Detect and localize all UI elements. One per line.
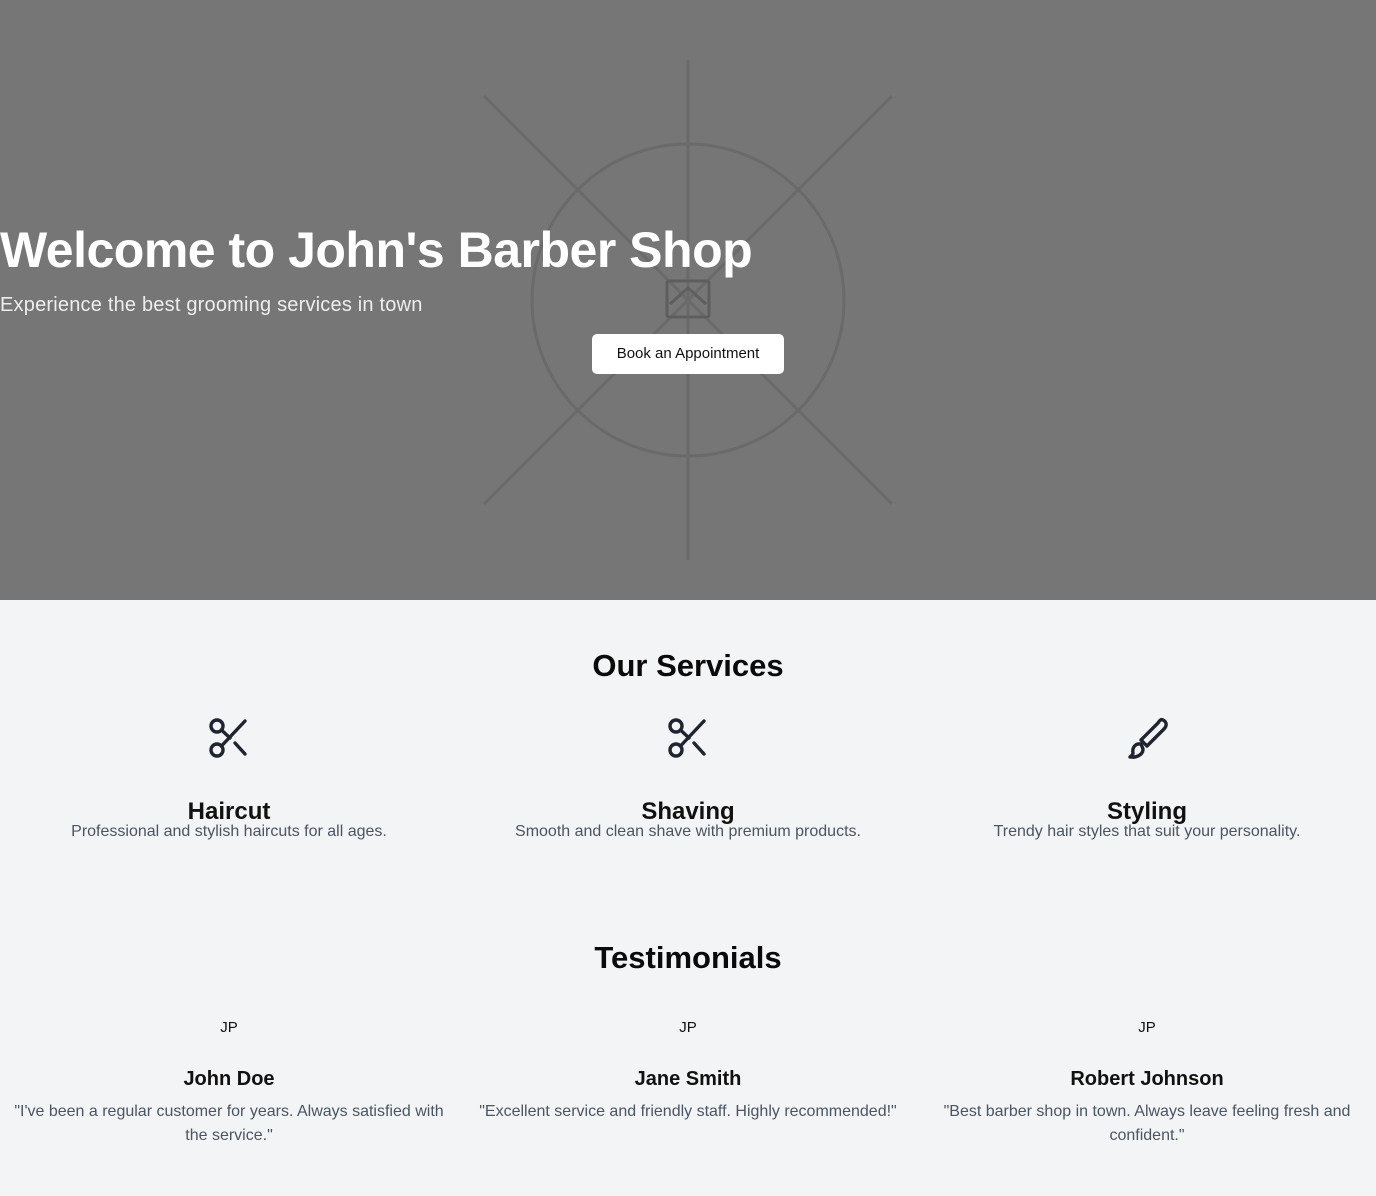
testimonial-quote: "Best barber shop in town. Always leave …	[943, 1103, 1351, 1144]
service-description: Smooth and clean shave with premium prod…	[515, 823, 861, 840]
testimonial-author: John Doe	[183, 1068, 275, 1090]
testimonial-quote: "Excellent service and friendly staff. H…	[479, 1103, 897, 1120]
hero-section: Welcome to John's Barber Shop Experience…	[0, 0, 1376, 600]
testimonial-author: Robert Johnson	[1070, 1068, 1224, 1090]
scissors-icon	[209, 718, 247, 758]
service-description: Professional and stylish haircuts for al…	[71, 823, 387, 840]
hero-title: Welcome to John's Barber Shop	[0, 222, 753, 278]
scissors-icon	[668, 718, 706, 758]
avatar: JP	[1138, 1019, 1156, 1036]
avatar: JP	[220, 1019, 238, 1036]
hero-subtitle: Experience the best grooming services in…	[0, 294, 423, 316]
book-appointment-button[interactable]: Book an Appointment	[592, 334, 784, 374]
testimonials-heading: Testimonials	[594, 940, 782, 975]
testimonial-quote: "I've been a regular customer for years.…	[14, 1103, 444, 1144]
testimonial-author: Jane Smith	[634, 1068, 742, 1090]
paintbrush-icon	[1128, 717, 1168, 759]
services-heading: Our Services	[592, 648, 784, 683]
avatar: JP	[679, 1019, 697, 1036]
service-description: Trendy hair styles that suit your person…	[993, 823, 1301, 840]
